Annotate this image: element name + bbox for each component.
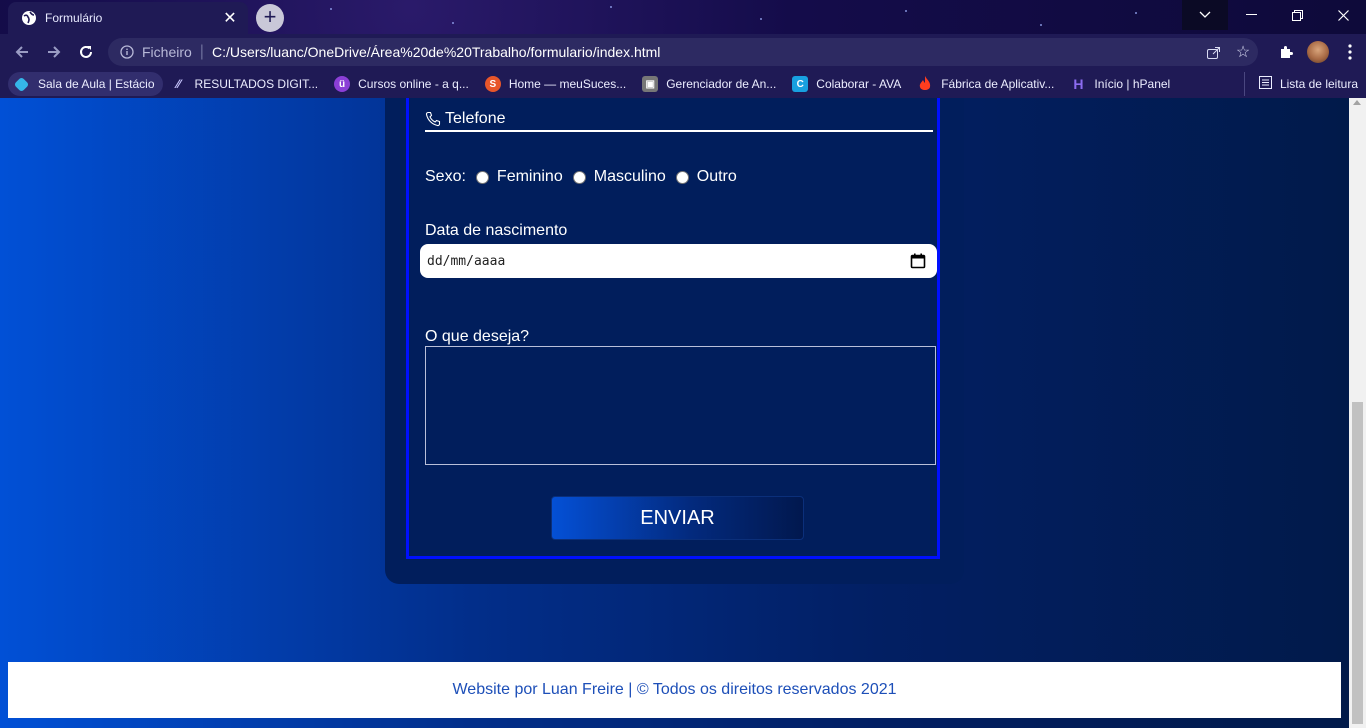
bookmark-item[interactable]: H Início | hPanel [1062, 72, 1178, 96]
bookmark-item[interactable]: ▣ Gerenciador de An... [634, 72, 784, 96]
restore-icon[interactable] [1274, 0, 1320, 30]
slashes-icon: ⁄⁄ [176, 77, 181, 91]
udemy-icon: ü [334, 76, 351, 92]
date-placeholder: dd/mm/aaaa [427, 253, 506, 269]
bookmark-item[interactable]: Fábrica de Aplicativ... [909, 72, 1062, 96]
bookmark-item[interactable]: C Colaborar - AVA [784, 72, 909, 96]
url-text[interactable]: C:/Users/luanc/OneDrive/Área%20de%20Trab… [212, 44, 1198, 60]
toolbar-right-actions [1270, 34, 1366, 70]
star-decoration [905, 10, 907, 12]
data-nascimento-label: Data de nascimento [425, 222, 568, 239]
new-tab-button[interactable]: + [256, 4, 284, 32]
share-icon[interactable] [1198, 38, 1228, 66]
star-decoration [452, 22, 454, 24]
address-bar[interactable]: Ficheiro | C:/Users/luanc/OneDrive/Área%… [108, 38, 1258, 66]
telefone-field[interactable]: Telefone [425, 108, 933, 132]
bookmark-item[interactable]: Sala de Aula | Estácio [8, 72, 163, 96]
h-logo-icon: H [1073, 76, 1084, 92]
browser-title-bar: Formulário ✕ + [0, 0, 1366, 34]
data-nascimento-input[interactable]: dd/mm/aaaa [420, 244, 937, 278]
more-menu-icon[interactable] [1334, 36, 1366, 68]
reading-list-icon [1258, 76, 1272, 92]
close-window-icon[interactable] [1320, 0, 1366, 30]
form-fieldset: Telefone Sexo: Feminino Masculino Outro … [406, 98, 940, 559]
footer: Website por Luan Freire | © Todos os dir… [8, 662, 1341, 718]
sexo-label: Sexo: [425, 168, 466, 185]
radio-label-masculino: Masculino [593, 168, 666, 185]
profile-avatar[interactable] [1307, 41, 1329, 63]
bookmarks-bar: Sala de Aula | Estácio ⁄⁄ RESULTADOS DIG… [0, 70, 1366, 98]
calendar-icon[interactable] [909, 252, 927, 270]
radio-masculino[interactable] [572, 170, 586, 184]
sexo-group: Sexo: Feminino Masculino Outro [425, 168, 737, 186]
page-viewport: Telefone Sexo: Feminino Masculino Outro … [0, 98, 1349, 728]
desejo-label: O que deseja? [425, 328, 530, 345]
close-tab-icon[interactable]: ✕ [218, 8, 242, 28]
bookmark-item[interactable]: ⁄⁄ RESULTADOS DIGIT... [163, 72, 327, 96]
radio-feminino[interactable] [475, 170, 489, 184]
url-scheme-label: Ficheiro [142, 44, 192, 60]
radio-label-feminino: Feminino [496, 168, 563, 185]
forward-icon[interactable] [38, 36, 70, 68]
bookmark-star-icon[interactable]: ☆ [1228, 38, 1258, 66]
flame-icon [917, 76, 933, 92]
s-logo-icon: S [484, 76, 501, 92]
url-separator: | [199, 43, 204, 60]
star-decoration [760, 18, 762, 20]
bookmark-label: Colaborar - AVA [816, 77, 902, 91]
bookmark-label: Gerenciador de An... [666, 77, 777, 91]
back-icon[interactable] [6, 36, 38, 68]
reload-icon[interactable] [70, 36, 102, 68]
c-logo-icon: C [792, 76, 809, 92]
bookmark-item[interactable]: S Home — meuSuces... [477, 72, 634, 96]
bookmark-label: Fábrica de Aplicativ... [941, 77, 1055, 91]
desejo-textarea[interactable] [425, 346, 936, 465]
bookmark-label: Cursos online - a q... [358, 77, 469, 91]
star-decoration [1040, 24, 1042, 26]
enviar-button[interactable]: ENVIAR [551, 496, 804, 540]
scrollbar-thumb[interactable] [1352, 402, 1363, 724]
bookmark-label: Sala de Aula | Estácio [38, 77, 155, 91]
reading-list-button[interactable]: Lista de leitura [1243, 72, 1358, 96]
printer-icon: ▣ [642, 76, 659, 92]
bookmark-label: Início | hPanel [1094, 77, 1171, 91]
globe-icon [21, 10, 37, 26]
phone-icon [425, 111, 441, 127]
radio-outro[interactable] [675, 170, 689, 184]
tab-title: Formulário [45, 11, 103, 25]
vertical-scrollbar[interactable] [1349, 98, 1366, 728]
star-decoration [1135, 12, 1137, 14]
reading-list-label: Lista de leitura [1279, 77, 1358, 91]
browser-toolbar: Ficheiro | C:/Users/luanc/OneDrive/Área%… [0, 34, 1366, 70]
footer-text: Website por Luan Freire | © Todos os dir… [452, 681, 897, 698]
bookmark-label: RESULTADOS DIGIT... [194, 77, 319, 91]
browser-tab[interactable]: Formulário ✕ [8, 2, 248, 34]
star-decoration [610, 6, 612, 8]
form-card: Telefone Sexo: Feminino Masculino Outro … [385, 98, 964, 584]
bookmark-label: Home — meuSuces... [508, 77, 627, 91]
tab-search-icon[interactable] [1182, 0, 1228, 30]
star-decoration [330, 8, 332, 10]
bookmark-item[interactable]: ü Cursos online - a q... [326, 72, 477, 96]
info-icon[interactable] [118, 43, 136, 61]
window-controls [1182, 0, 1366, 30]
minimize-icon[interactable] [1228, 0, 1274, 30]
diamond-icon [13, 76, 30, 92]
radio-label-outro: Outro [696, 168, 737, 185]
scroll-up-arrow-icon[interactable] [1353, 100, 1361, 105]
telefone-label: Telefone [445, 110, 506, 127]
extensions-icon[interactable] [1270, 36, 1302, 68]
